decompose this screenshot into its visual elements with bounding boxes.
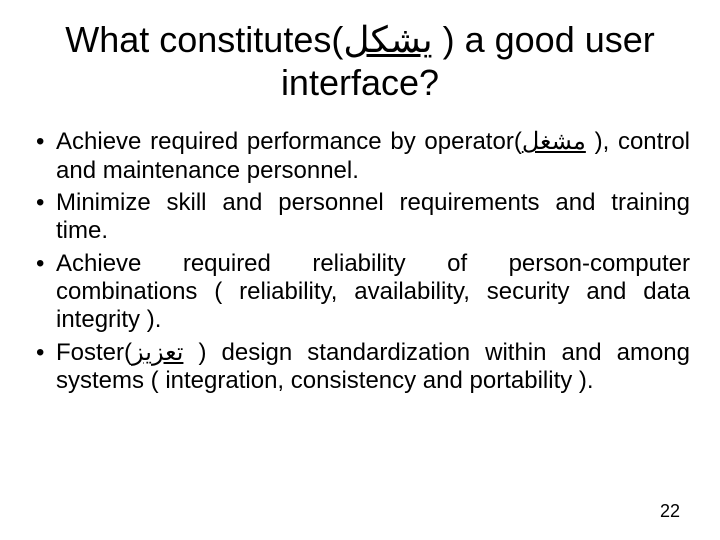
slide-title: What constitutes(يشكل ) a good user inte… bbox=[30, 18, 690, 104]
page-number: 22 bbox=[660, 501, 680, 522]
list-item: Achieve required performance by operator… bbox=[30, 128, 690, 185]
title-arabic: يشكل bbox=[343, 19, 432, 60]
bullet-pre: Foster( bbox=[56, 339, 132, 366]
list-item: Minimize skill and personnel requirement… bbox=[30, 189, 690, 246]
list-item: Foster(تعزيز ) design standardization wi… bbox=[30, 339, 690, 396]
bullet-pre: Minimize skill and personnel requirement… bbox=[56, 189, 690, 244]
bullet-arabic: مشغل bbox=[522, 128, 586, 155]
bullet-pre: Achieve required reliability of person-c… bbox=[56, 250, 690, 334]
slide: What constitutes(يشكل ) a good user inte… bbox=[0, 0, 720, 540]
bullet-list: Achieve required performance by operator… bbox=[30, 128, 690, 395]
bullet-pre: Achieve required performance by operator… bbox=[56, 128, 522, 155]
title-pre: What constitutes( bbox=[65, 19, 343, 60]
bullet-arabic: تعزيز bbox=[132, 339, 183, 366]
list-item: Achieve required reliability of person-c… bbox=[30, 250, 690, 335]
